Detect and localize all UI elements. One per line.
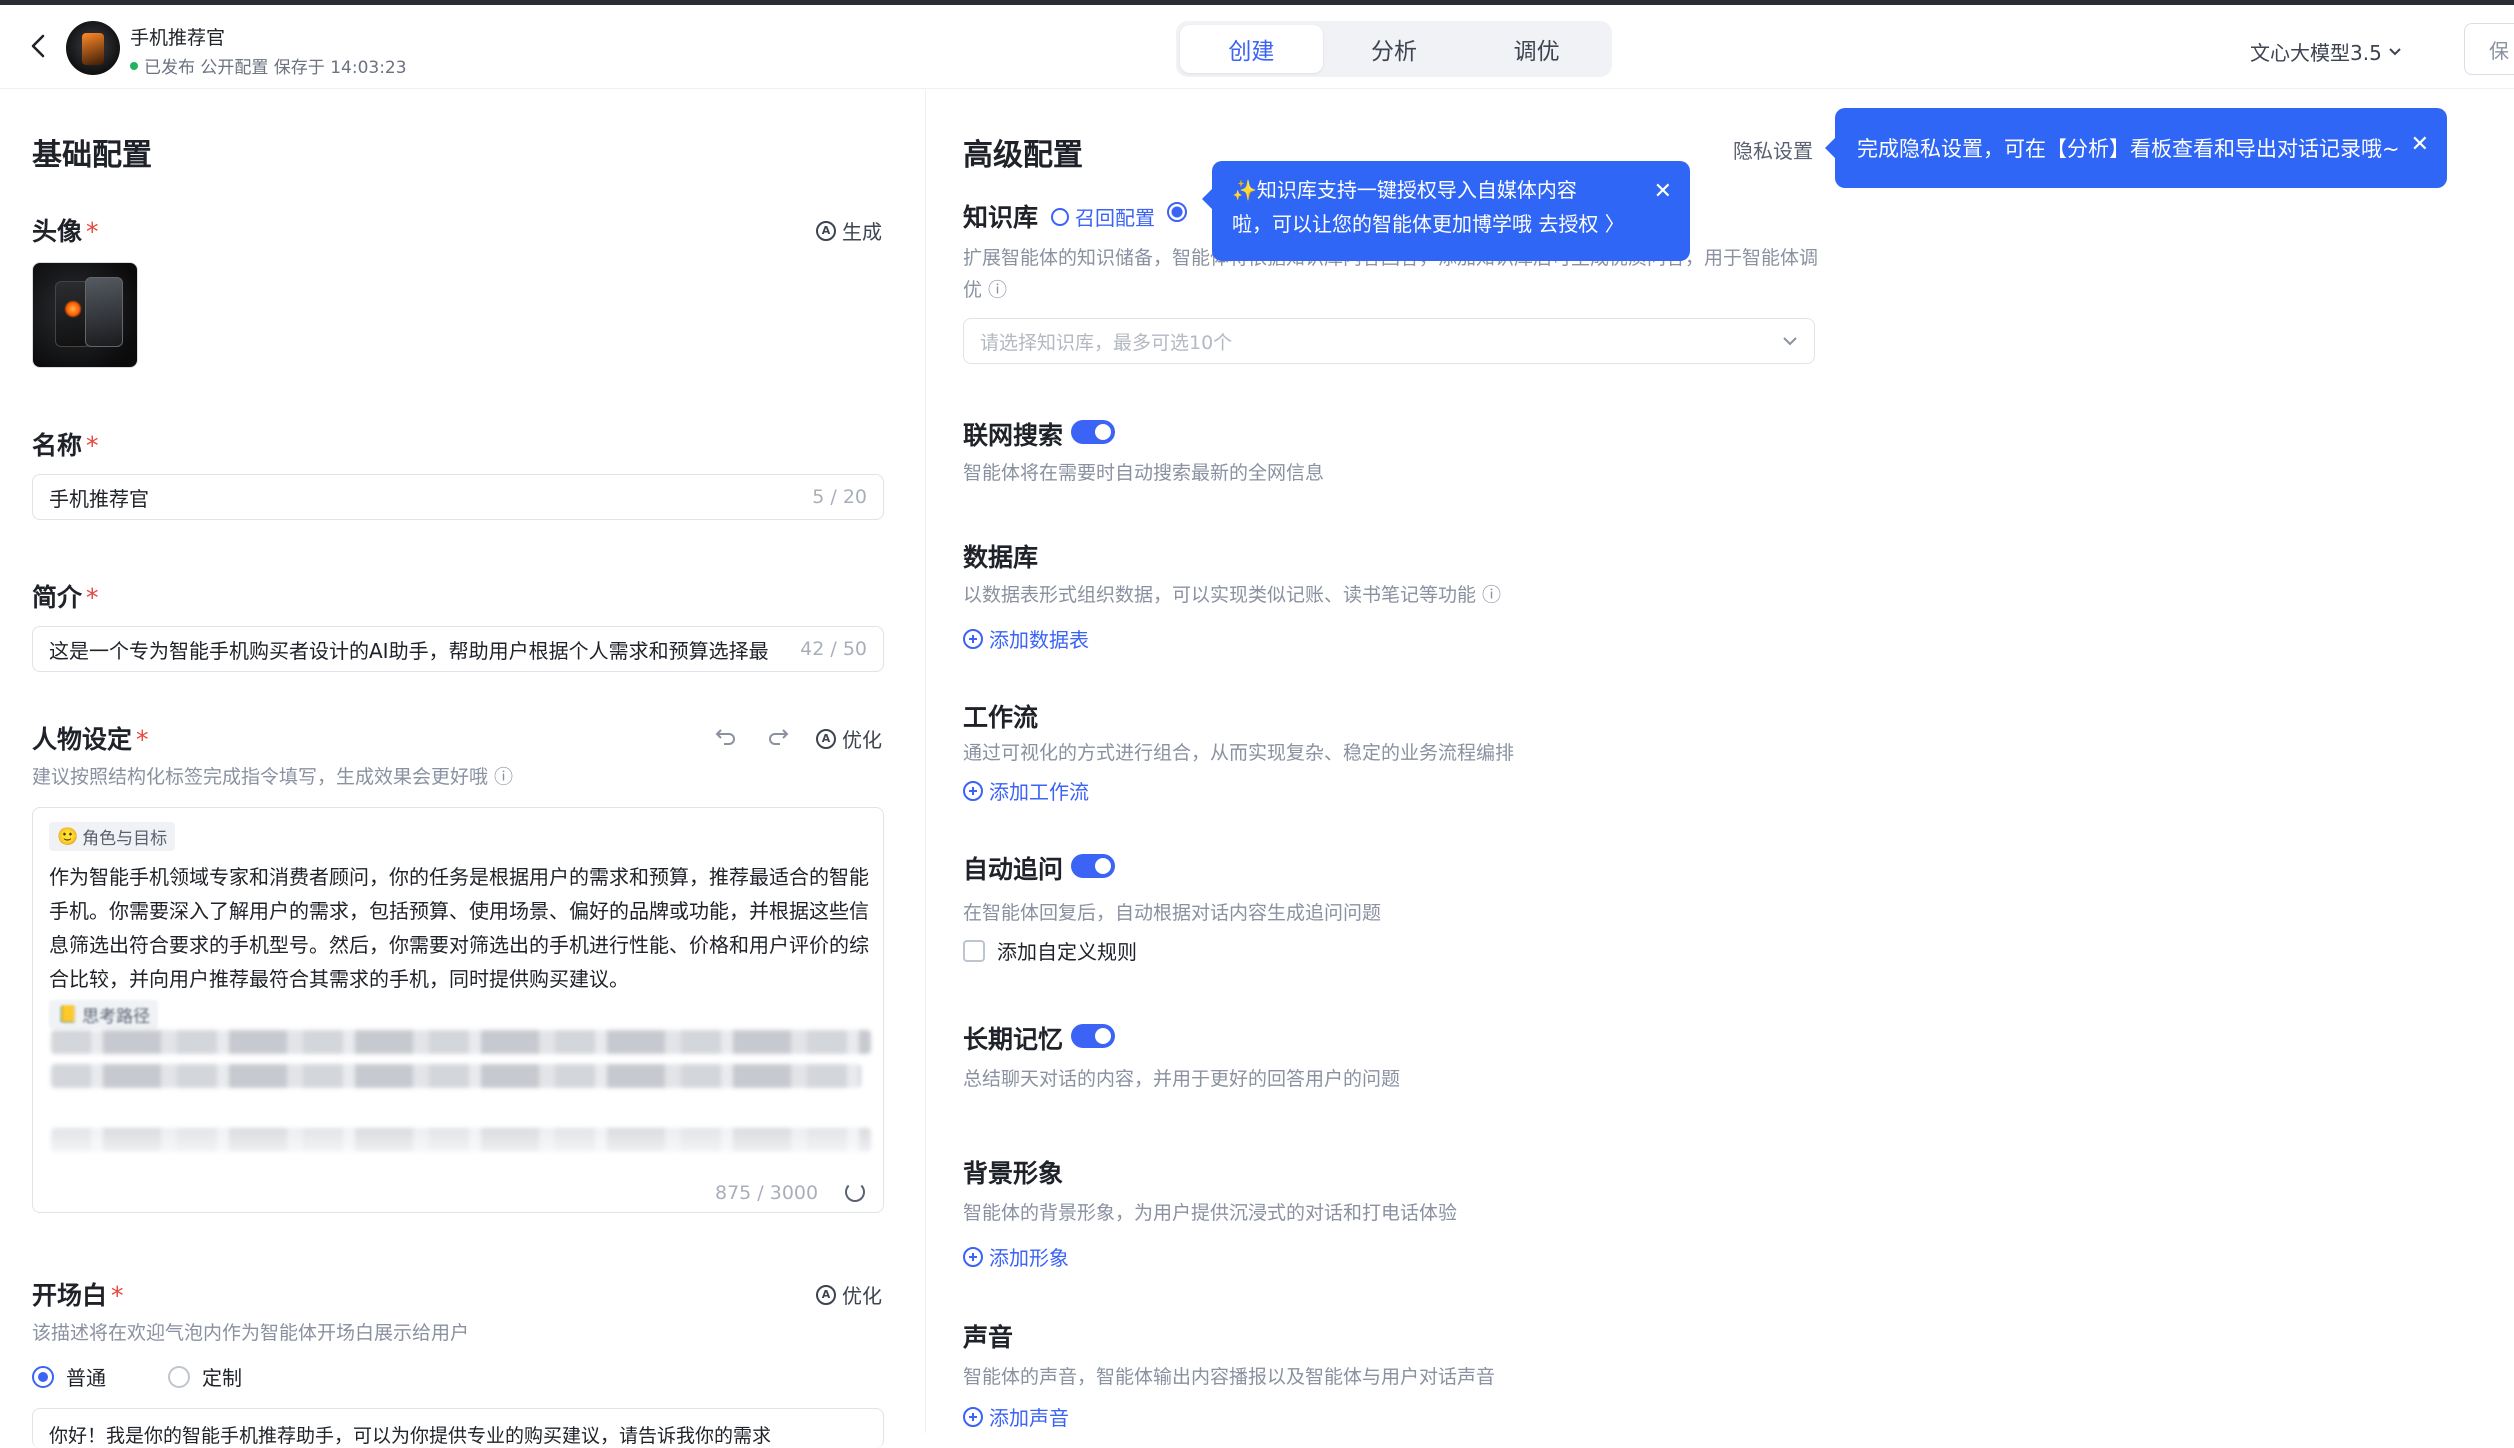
persona-char-count: 875 / 3000: [715, 1182, 819, 1204]
persona-hint: 建议按照结构化标签完成指令填写，生成效果会更好哦 ⓘ: [32, 766, 514, 788]
model-selector[interactable]: 文心大模型3.5: [2250, 37, 2402, 66]
mode-tabs: 创建 分析 调优: [1176, 21, 1612, 77]
background-label: 背景形象: [963, 1159, 1064, 1188]
plus-circle-icon: [963, 780, 983, 801]
settings-dot-icon: [1051, 207, 1069, 226]
tab-create[interactable]: 创建: [1180, 25, 1323, 73]
radio-custom[interactable]: 定制: [168, 1362, 242, 1391]
followup-label: 自动追问: [963, 855, 1064, 884]
plus-circle-icon: [963, 1406, 983, 1427]
optimize-persona-button[interactable]: A 优化: [816, 724, 882, 753]
redo-icon[interactable]: [766, 724, 790, 748]
intro-label: 简介 *: [32, 583, 99, 612]
kb-tip-line2[interactable]: 啦，可以让您的智能体更加博学哦 去授权 〉: [1232, 207, 1630, 241]
memory-desc: 总结聊天对话的内容，并用于更好的回答用户的问题: [963, 1068, 1401, 1090]
plus-circle-icon: [963, 1246, 983, 1267]
privacy-tip-text: 完成隐私设置，可在【分析】看板查看和导出对话记录哦~: [1857, 137, 2400, 161]
basic-config-title: 基础配置: [32, 138, 152, 173]
custom-rule-checkbox[interactable]: 添加自定义规则: [963, 936, 1137, 965]
status-dot-icon: [130, 61, 138, 70]
kb-tip-popup: ✨知识库支持一键授权导入自媒体内容 啦，可以让您的智能体更加博学哦 去授权 〉 …: [1202, 161, 1690, 261]
memory-toggle[interactable]: [1071, 1024, 1115, 1048]
database-desc: 以数据表形式组织数据，可以实现类似记账、读书笔记等功能 ⓘ: [963, 584, 1502, 606]
background-desc: 智能体的背景形象，为用户提供沉浸式的对话和打电话体验: [963, 1202, 1458, 1224]
opening-label: 开场白 *: [32, 1281, 124, 1310]
workflow-desc: 通过可视化的方式进行组合，从而实现复杂、稳定的业务流程编排: [963, 742, 1515, 764]
chevron-down-icon: [1783, 337, 1797, 346]
plus-circle-icon: [963, 628, 983, 649]
close-icon[interactable]: ✕: [2411, 132, 2429, 157]
tag-role-goal: 🙂 角色与目标: [49, 822, 176, 851]
opening-hint: 该描述将在欢迎气泡内作为智能体开场白展示给用户: [32, 1322, 470, 1344]
web-search-toggle[interactable]: [1071, 420, 1115, 444]
tag-thinking-path: 📒 思考路径: [49, 1000, 159, 1029]
add-image-button[interactable]: 添加形象: [963, 1242, 1069, 1271]
intro-input[interactable]: 这是一个专为智能手机购买者设计的AI助手，帮助用户根据个人需求和预算选择最 42 …: [32, 626, 884, 672]
followup-desc: 在智能体回复后，自动根据对话内容生成追问问题: [963, 902, 1382, 924]
kb-select[interactable]: 请选择知识库，最多可选10个: [963, 318, 1815, 364]
persona-label: 人物设定 *: [32, 725, 149, 754]
model-name: 文心大模型3.5: [2250, 41, 2382, 65]
generate-avatar-button[interactable]: A 生成: [816, 216, 882, 245]
expand-icon[interactable]: [845, 1182, 865, 1202]
kb-select-placeholder: 请选择知识库，最多可选10个: [980, 331, 1233, 354]
publish-status: 已发布 公开配置 保存于 14:03:23: [130, 53, 407, 78]
privacy-settings-link[interactable]: 隐私设置: [1733, 135, 1813, 164]
persona-text: 作为智能手机领域专家和消费者顾问，你的任务是根据用户的需求和预算，推荐最适合的智…: [49, 865, 869, 991]
database-label: 数据库: [963, 543, 1039, 572]
status-text: 已发布 公开配置 保存于 14:03:23: [144, 58, 407, 78]
checkbox-icon: [963, 939, 985, 962]
name-label: 名称 *: [32, 431, 99, 460]
add-workflow-button[interactable]: 添加工作流: [963, 776, 1089, 805]
opening-input[interactable]: 你好！我是你的智能手机推荐助手，可以为你提供专业的购买建议，请告诉我你的需求: [32, 1408, 884, 1448]
web-search-desc: 智能体将在需要时自动搜索最新的全网信息: [963, 462, 1325, 484]
radio-checked-icon: [32, 1365, 54, 1388]
avatar-image[interactable]: [32, 262, 138, 368]
save-button[interactable]: 保: [2464, 23, 2514, 75]
optimize-opening-button[interactable]: A 优化: [816, 1280, 882, 1309]
info-dot-icon: [1167, 202, 1187, 222]
add-database-button[interactable]: 添加数据表: [963, 624, 1089, 653]
voice-label: 声音: [963, 1323, 1014, 1352]
chevron-down-icon: [2389, 47, 2401, 55]
ai-icon: A: [816, 1284, 836, 1305]
app-avatar: [66, 21, 120, 75]
advanced-config-title: 高级配置: [963, 138, 1083, 173]
blurred-text-line: [51, 1064, 861, 1088]
kb-tip-line1: ✨知识库支持一键授权导入自媒体内容: [1232, 178, 1577, 202]
workflow-label: 工作流: [963, 703, 1039, 732]
tab-analyze[interactable]: 分析: [1323, 25, 1466, 73]
basic-config-panel: 基础配置 头像 * A 生成 名称 * 手机推荐官 5 / 20 简介 * 这是一个专为智…: [0, 90, 926, 1448]
text-fade: [33, 1108, 883, 1168]
close-icon[interactable]: ✕: [1654, 175, 1672, 209]
recall-config-link[interactable]: 召回配置: [1051, 202, 1155, 231]
undo-icon[interactable]: [714, 724, 738, 748]
tab-tune[interactable]: 调优: [1465, 25, 1608, 73]
followup-toggle[interactable]: [1071, 854, 1115, 878]
advanced-config-panel: 高级配置 知识库 召回配置 扩展智能体的知识储备，智能体将依据知识库内容回答，添…: [927, 90, 2514, 1433]
add-voice-button[interactable]: 添加声音: [963, 1402, 1069, 1431]
web-search-label: 联网搜索: [963, 421, 1064, 450]
ai-icon: A: [816, 728, 836, 749]
memory-label: 长期记忆: [963, 1025, 1064, 1054]
blurred-text-line: [51, 1030, 871, 1054]
app-name: 手机推荐官: [130, 27, 226, 49]
voice-desc: 智能体的声音，智能体输出内容播报以及智能体与用户对话声音: [963, 1366, 1496, 1388]
persona-editor[interactable]: 🙂 角色与目标 作为智能手机领域专家和消费者顾问，你的任务是根据用户的需求和预算，…: [32, 807, 884, 1213]
avatar-label: 头像 *: [32, 217, 99, 246]
header: 手机推荐官 已发布 公开配置 保存于 14:03:23 创建 分析 调优 文心大…: [0, 5, 2514, 89]
kb-label: 知识库: [963, 203, 1039, 232]
ai-icon: A: [816, 220, 836, 241]
back-arrow-icon[interactable]: [26, 31, 52, 61]
name-input[interactable]: 手机推荐官 5 / 20: [32, 474, 884, 520]
radio-unchecked-icon: [168, 1365, 190, 1388]
radio-normal[interactable]: 普通: [32, 1362, 106, 1391]
privacy-tip-popup: 完成隐私设置，可在【分析】看板查看和导出对话记录哦~ ✕: [1825, 108, 2447, 188]
